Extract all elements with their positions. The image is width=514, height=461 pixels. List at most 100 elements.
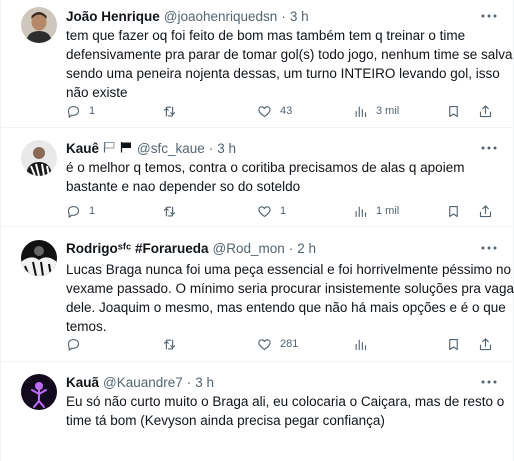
bookmark-button[interactable] bbox=[446, 334, 461, 354]
like-button[interactable]: 281 bbox=[257, 334, 298, 354]
tweet-text-line: tem que fazer oq foi feito de bom mas ta… bbox=[66, 28, 466, 43]
like-count: 1 bbox=[280, 205, 287, 217]
tweet-text-line: defensivamente pra parar de tomar gol(s)… bbox=[66, 47, 513, 62]
author-name[interactable]: Kauã bbox=[66, 375, 99, 390]
bookmark-icon bbox=[449, 338, 458, 350]
author-handle[interactable]: @Rod_mon bbox=[213, 241, 285, 256]
tweet-text-line: Lucas Braga nunca foi uma peça essencial… bbox=[66, 262, 511, 277]
tweet-text-line: Eu só não curto muito o Braga ali, eu co… bbox=[66, 394, 505, 409]
tweet-text: Lucas Braga nunca foi uma peça essencial… bbox=[66, 260, 514, 336]
avatar[interactable] bbox=[21, 140, 57, 176]
like-count: 281 bbox=[280, 338, 299, 350]
tweet-actions: 281 bbox=[66, 334, 496, 354]
author-handle[interactable]: @Kauandre7 bbox=[103, 375, 183, 390]
bookmark-icon bbox=[449, 105, 458, 117]
retweet-button[interactable] bbox=[162, 101, 185, 121]
separator-dot: · bbox=[186, 374, 192, 390]
like-button[interactable]: 1 bbox=[257, 201, 286, 221]
author-handle[interactable]: @sfc_kaue bbox=[137, 141, 205, 156]
like-button[interactable]: 43 bbox=[257, 101, 292, 121]
views-button[interactable]: 3 mil bbox=[353, 101, 399, 121]
heart-icon bbox=[258, 205, 271, 217]
views-chart-icon bbox=[355, 339, 367, 350]
share-button[interactable] bbox=[478, 201, 493, 221]
views-count: 1 mil bbox=[376, 205, 400, 217]
timestamp[interactable]: 3 h bbox=[217, 141, 236, 156]
reply-icon bbox=[67, 205, 80, 218]
retweet-icon bbox=[163, 206, 176, 216]
white-flag-icon bbox=[103, 141, 116, 156]
tweet[interactable]: Rodrigoˢᶠᶜ #Forarueda @Rod_mon · 2 h Luc… bbox=[1, 227, 514, 362]
tweet-header: Kauê @sfc_kaue · 3 h bbox=[66, 138, 236, 158]
more-options-icon[interactable] bbox=[479, 6, 499, 26]
author-handle[interactable]: @joaohenriquedsn bbox=[164, 9, 278, 24]
avatar-image-icon bbox=[21, 7, 57, 43]
tweet-text-line: vexame passado. O mínimo seria procurar … bbox=[66, 281, 514, 296]
share-icon bbox=[479, 104, 492, 117]
tweet-text: tem que fazer oq foi feito de bom mas ta… bbox=[66, 26, 513, 102]
separator-dot: · bbox=[208, 140, 214, 156]
tweet-text-line: bastante e nao depender so do soteldo bbox=[66, 179, 301, 194]
tweet-text-line: time tá bom (Kevyson ainda precisa pegar… bbox=[66, 413, 385, 428]
reply-button[interactable]: 1 bbox=[66, 201, 95, 221]
tweet-text-line: é o melhor q temos, contra o coritiba pr… bbox=[66, 160, 465, 175]
tweet-header: Rodrigoˢᶠᶜ #Forarueda @Rod_mon · 2 h bbox=[66, 238, 316, 258]
avatar-image-icon bbox=[21, 374, 57, 410]
reply-icon bbox=[67, 338, 80, 351]
bookmark-icon bbox=[449, 205, 458, 217]
more-options-icon[interactable] bbox=[479, 138, 499, 158]
tweet-text-line: sendo uma peneira nojenta dessas, um tur… bbox=[66, 66, 500, 81]
separator-dot: · bbox=[281, 8, 286, 24]
reply-button[interactable] bbox=[66, 334, 89, 354]
share-icon bbox=[479, 337, 492, 350]
views-chart-icon bbox=[355, 106, 367, 117]
author-name[interactable]: João Henrique bbox=[66, 9, 160, 24]
heart-icon bbox=[258, 105, 271, 117]
tweet-text-line: não existe bbox=[66, 85, 128, 100]
tweet[interactable]: João Henrique @joaohenriquedsn · 3 h tem… bbox=[1, 0, 513, 128]
tweet-text: é o melhor q temos, contra o coritiba pr… bbox=[66, 158, 496, 196]
views-count: 3 mil bbox=[376, 105, 400, 117]
views-button[interactable] bbox=[353, 334, 376, 354]
views-chart-icon bbox=[355, 206, 367, 217]
heart-icon bbox=[258, 338, 271, 350]
like-count: 43 bbox=[280, 105, 293, 117]
tweet-text-line: dele. Joaquim o mesmo, mas entendo que n… bbox=[66, 300, 506, 315]
avatar-image-icon bbox=[21, 240, 57, 276]
black-flag-icon bbox=[120, 141, 133, 156]
share-icon bbox=[479, 204, 492, 217]
author-name[interactable]: Rodrigoˢᶠᶜ #Forarueda bbox=[66, 241, 209, 256]
author-name[interactable]: Kauê bbox=[66, 141, 99, 156]
reply-icon bbox=[67, 105, 80, 118]
bookmark-button[interactable] bbox=[446, 101, 461, 121]
reply-count: 1 bbox=[89, 205, 96, 217]
tweet-header: Kauã @Kauandre7 · 3 h bbox=[66, 372, 214, 392]
share-button[interactable] bbox=[478, 334, 493, 354]
avatar-image-icon bbox=[21, 140, 57, 176]
tweet-text: Eu só não curto muito o Braga ali, eu co… bbox=[66, 392, 505, 430]
reply-button[interactable]: 1 bbox=[66, 101, 95, 121]
tweet-actions: 1 43 3 mil bbox=[66, 101, 496, 121]
avatar[interactable] bbox=[21, 374, 57, 410]
timestamp[interactable]: 3 h bbox=[195, 375, 214, 390]
separator-dot: · bbox=[288, 240, 294, 256]
share-button[interactable] bbox=[478, 101, 493, 121]
timestamp[interactable]: 2 h bbox=[297, 241, 316, 256]
bookmark-button[interactable] bbox=[446, 201, 461, 221]
tweet-feed: João Henrique @joaohenriquedsn · 3 h tem… bbox=[0, 0, 514, 461]
more-options-icon[interactable] bbox=[479, 238, 499, 258]
retweet-button[interactable] bbox=[162, 201, 185, 221]
retweet-button[interactable] bbox=[162, 334, 185, 354]
views-button[interactable]: 1 mil bbox=[353, 201, 399, 221]
retweet-icon bbox=[163, 339, 176, 349]
timestamp[interactable]: 3 h bbox=[290, 9, 309, 24]
tweet-header: João Henrique @joaohenriquedsn · 3 h bbox=[66, 6, 309, 26]
tweet[interactable]: Kauã @Kauandre7 · 3 h Eu só não curto mu… bbox=[1, 362, 513, 461]
reply-count: 1 bbox=[89, 105, 96, 117]
avatar[interactable] bbox=[21, 240, 57, 276]
more-options-icon[interactable] bbox=[479, 372, 499, 392]
tweet-actions: 1 1 1 mil bbox=[66, 201, 496, 221]
tweet[interactable]: Kauê @sfc_kaue · 3 h é o melhor q temos,… bbox=[1, 128, 513, 227]
retweet-icon bbox=[163, 106, 176, 116]
avatar[interactable] bbox=[21, 7, 57, 43]
